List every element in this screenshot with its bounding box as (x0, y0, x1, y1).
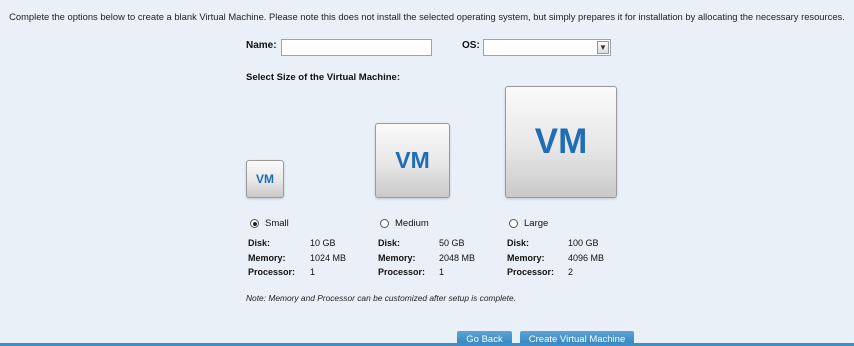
vm-large-tile[interactable]: VM (505, 86, 617, 198)
large-processor-value: 2 (568, 267, 574, 277)
intro-text: Complete the options below to create a b… (9, 11, 845, 22)
small-memory-value: 1024 MB (310, 252, 347, 263)
option-large[interactable]: Large (509, 218, 548, 229)
medium-disk-label: Disk: (378, 238, 401, 248)
large-specs: Disk: 100 GB Memory: 4096 MB Processor: … (507, 236, 627, 282)
option-small[interactable]: Small (250, 218, 289, 229)
vm-medium-icon-text: VM (395, 147, 430, 173)
small-memory-label: Memory: (248, 252, 286, 263)
large-memory-label: Memory: (507, 252, 545, 263)
small-disk-label: Disk: (248, 238, 271, 248)
os-label: OS: (462, 40, 480, 51)
large-processor-label: Processor: (507, 267, 555, 277)
option-medium[interactable]: Medium (380, 218, 429, 229)
small-processor-value: 1 (310, 267, 316, 277)
medium-radio[interactable] (380, 219, 389, 228)
vm-small-tile[interactable]: VM (246, 160, 284, 198)
medium-disk-value: 50 GB (439, 238, 465, 248)
customization-note: Note: Memory and Processor can be custom… (246, 293, 516, 303)
name-label: Name: (246, 40, 277, 51)
medium-specs: Disk: 50 GB Memory: 2048 MB Processor: 1 (378, 236, 498, 282)
size-section-title: Select Size of the Virtual Machine: (246, 72, 400, 83)
medium-processor-label: Processor: (378, 267, 426, 277)
chevron-down-icon[interactable]: ▼ (597, 41, 609, 54)
medium-radio-label: Medium (395, 218, 429, 229)
create-vm-page: Complete the options below to create a b… (0, 0, 854, 346)
large-disk-value: 100 GB (568, 238, 599, 248)
vm-small-icon-text: VM (256, 172, 274, 186)
small-radio-label: Small (265, 218, 289, 229)
vm-large-icon-text: VM (534, 122, 588, 161)
medium-processor-value: 1 (439, 267, 445, 277)
small-processor-label: Processor: (248, 267, 296, 277)
os-select[interactable]: ▼ (483, 39, 611, 56)
vm-medium-tile[interactable]: VM (375, 123, 450, 198)
small-disk-value: 10 GB (310, 238, 336, 248)
large-memory-value: 4096 MB (568, 252, 605, 263)
medium-memory-value: 2048 MB (439, 252, 476, 263)
large-radio[interactable] (509, 219, 518, 228)
medium-memory-label: Memory: (378, 252, 416, 263)
small-radio[interactable] (250, 219, 259, 228)
name-input[interactable] (281, 39, 432, 56)
large-disk-label: Disk: (507, 238, 530, 248)
large-radio-label: Large (524, 218, 549, 229)
small-specs: Disk: 10 GB Memory: 1024 MB Processor: 1 (248, 236, 368, 282)
